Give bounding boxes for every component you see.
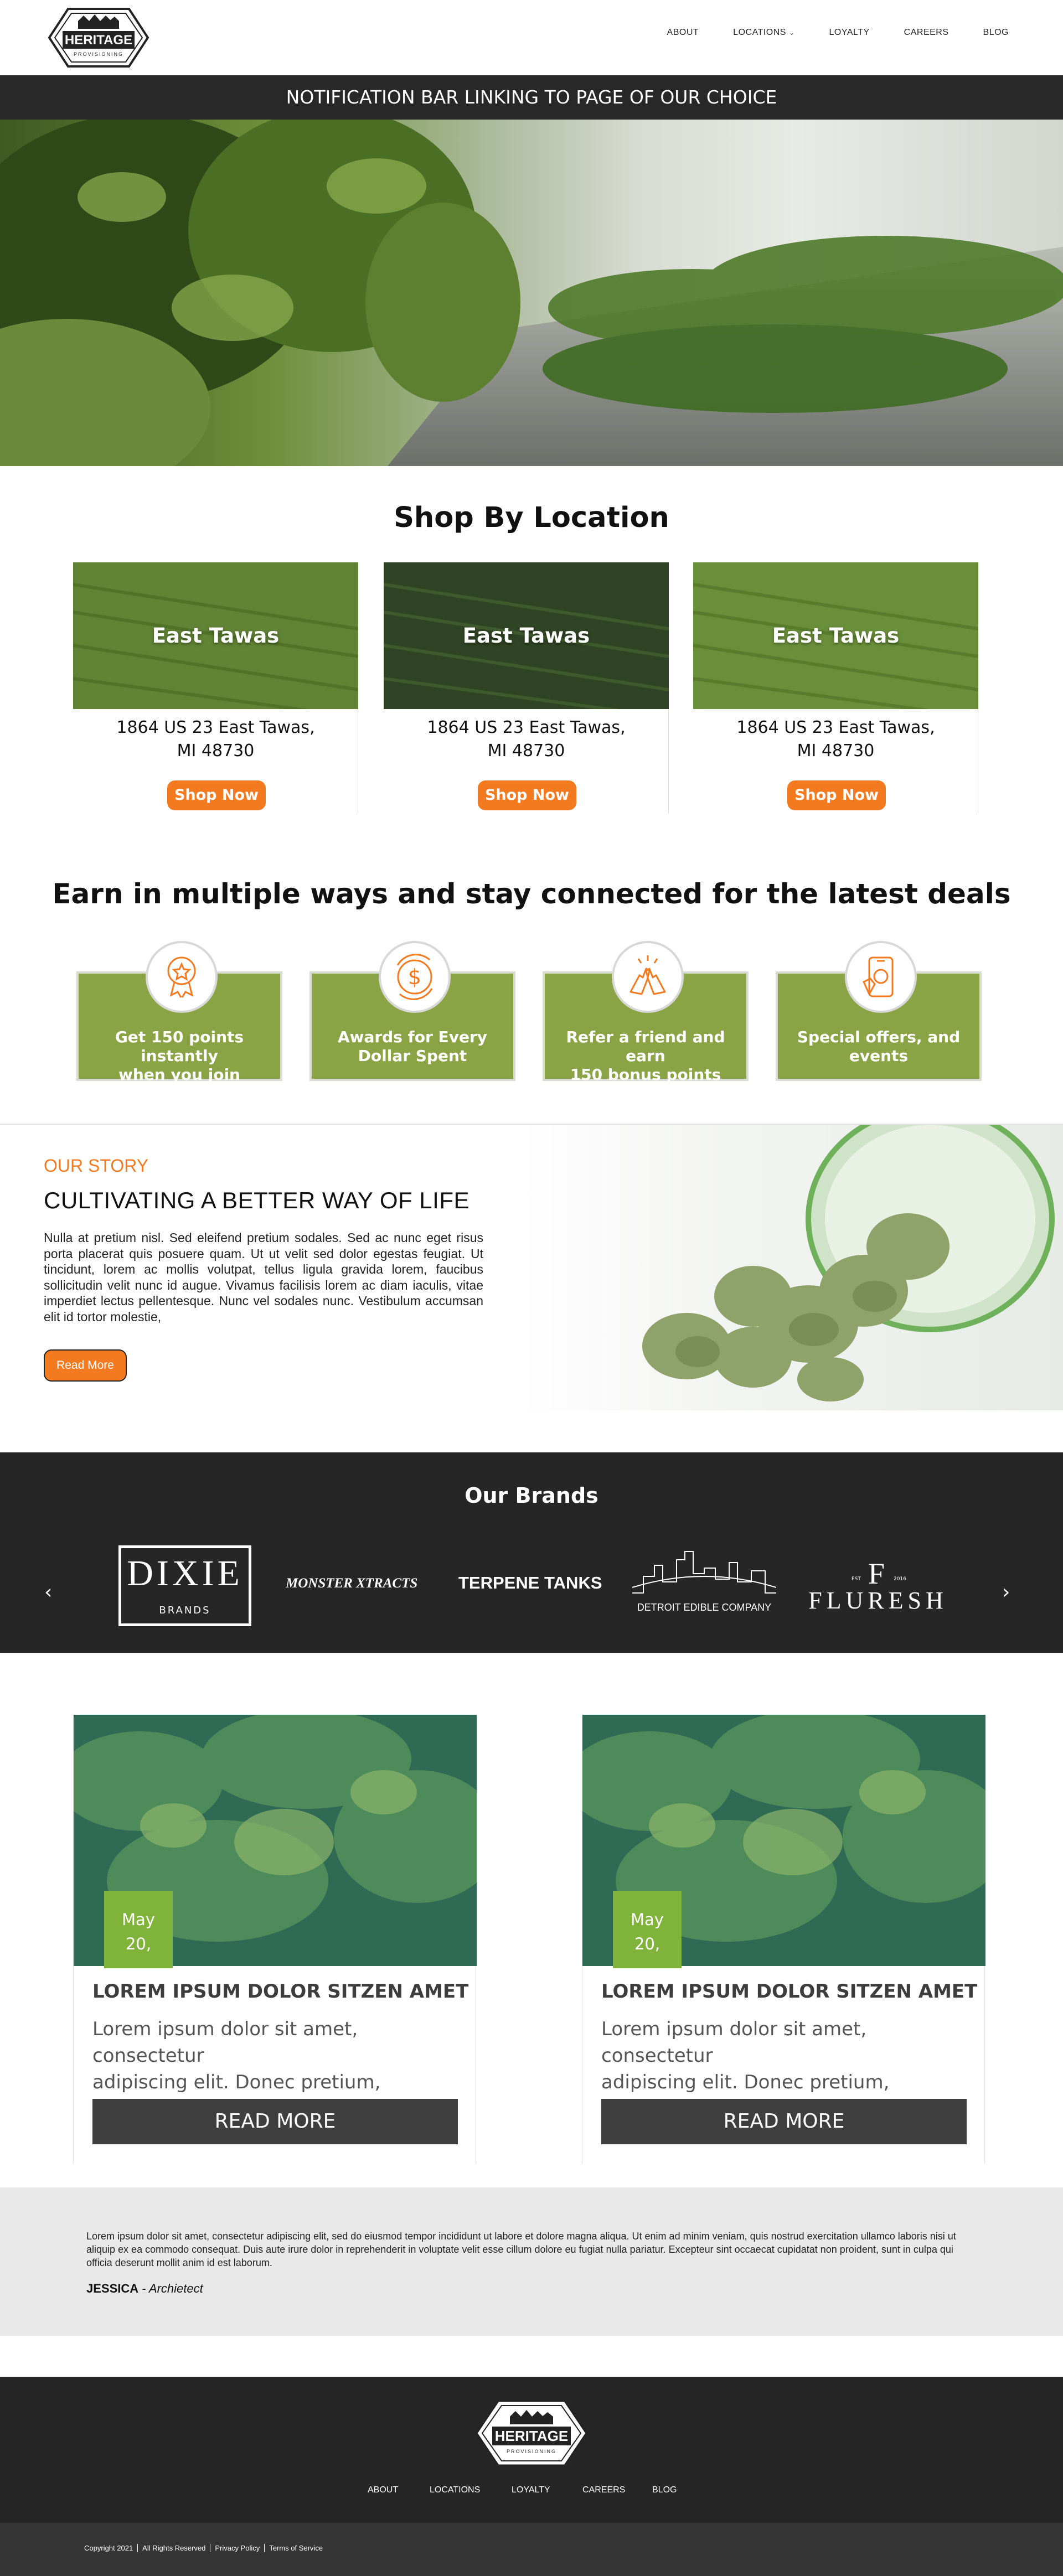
brand-fluresh-logo[interactable]: F EST 2016 FLURESH (805, 1556, 951, 1617)
blog-excerpt: Lorem ipsum dolor sit amet, consectetur a… (92, 2018, 381, 2093)
footer-bottom-bar: Copyright 2021 All Rights Reserved Priva… (0, 2523, 1063, 2576)
heritage-logo[interactable]: HERITAGE PROVISIONING (46, 4, 151, 71)
footer-legal: Copyright 2021 All Rights Reserved Priva… (84, 2544, 323, 2552)
blog-excerpt: Lorem ipsum dolor sit amet, consectetur a… (601, 2018, 890, 2093)
story-body: Nulla at pretium nisl. Sed eleifend pret… (44, 1230, 483, 1324)
location-image[interactable]: East Tawas (73, 562, 358, 709)
svg-text:PROVISIONING: PROVISIONING (507, 2449, 556, 2454)
logo-subtext: PROVISIONING (74, 51, 123, 57)
copyright-text: Copyright 2021 (84, 2544, 133, 2552)
main-nav: ABOUT LOCATIONS ⌄ LOYALTY CAREERS BLOG (633, 28, 1009, 38)
footer-nav-careers[interactable]: CAREERS (582, 2485, 625, 2495)
date-badge: May 20, (613, 1891, 682, 1968)
story-image (520, 1125, 1063, 1410)
carousel-next-icon[interactable]: › (1002, 1581, 1010, 1603)
nav-about[interactable]: ABOUT (667, 28, 699, 38)
brand-detroit-edible-logo[interactable]: DETROIT EDIBLE COMPANY (632, 1549, 777, 1621)
location-name: East Tawas (462, 624, 590, 648)
footer-nav-about[interactable]: ABOUT (368, 2485, 398, 2495)
blog-title[interactable]: LOREM IPSUM DOLOR SITZEN AMET (601, 1980, 978, 2003)
site-footer: HERITAGE PROVISIONING ABOUT LOCATIONS LO… (0, 2377, 1063, 2523)
brands-section: Our Brands ‹ › DIXIE BRANDS MONSTER XTRA… (0, 1452, 1063, 1653)
blog-card: May 20, LOREM IPSUM DOLOR SITZEN AMET Lor… (73, 1715, 477, 2164)
shop-now-button[interactable]: Shop Now (167, 780, 266, 810)
testimonial-author: JESSICA - Archietect (86, 2282, 203, 2295)
rights-text: All Rights Reserved (142, 2544, 206, 2552)
location-image[interactable]: East Tawas (384, 562, 669, 709)
footer-nav-locations[interactable]: LOCATIONS (430, 2485, 480, 2495)
footer-nav-loyalty[interactable]: LOYALTY (512, 2485, 550, 2495)
story-title: CULTIVATING A BETTER WAY OF LIFE (44, 1187, 470, 1213)
award-ribbon-icon (146, 941, 218, 1013)
nav-careers[interactable]: CAREERS (904, 28, 949, 38)
brand-terpene-tanks-logo[interactable]: TERPENE TANKS (458, 1573, 602, 1593)
date-badge: May 20, (104, 1891, 173, 1968)
read-more-button[interactable]: READ MORE (601, 2099, 967, 2144)
testimonial-text: Lorem ipsum dolor sit amet, consectetur … (86, 2231, 956, 2268)
hero-image (0, 120, 1063, 466)
location-name: East Tawas (152, 624, 280, 648)
nav-locations[interactable]: LOCATIONS ⌄ (733, 28, 794, 38)
read-more-button[interactable]: Read More (44, 1349, 127, 1382)
location-image[interactable]: East Tawas (693, 562, 978, 709)
nav-blog[interactable]: BLOG (983, 28, 1009, 38)
phone-offer-icon (845, 941, 917, 1013)
brands-title: Our Brands (465, 1483, 598, 1508)
shop-now-button[interactable]: Shop Now (478, 780, 576, 810)
svg-text:HERITAGE: HERITAGE (495, 2428, 568, 2444)
shop-by-location-title: Shop By Location (394, 501, 669, 534)
footer-nav-blog[interactable]: BLOG (652, 2485, 677, 2495)
site-header: HERITAGE PROVISIONING ABOUT LOCATIONS ⌄ L… (0, 0, 1063, 75)
terms-link[interactable]: Terms of Service (269, 2544, 323, 2552)
brand-monster-xtracts-logo[interactable]: MONSTER XTRACTS (286, 1576, 417, 1591)
location-card: East Tawas 1864 US 23 East Tawas, MI 4873… (73, 562, 358, 814)
notification-bar[interactable]: NOTIFICATION BAR LINKING TO PAGE OF OUR … (0, 75, 1063, 120)
blog-card: May 20, LOREM IPSUM DOLOR SITZEN AMET Lor… (582, 1715, 985, 2164)
carousel-prev-icon[interactable]: ‹ (44, 1581, 52, 1603)
earn-title: Earn in multiple ways and stay connected… (52, 878, 1011, 910)
svg-text:$: $ (408, 965, 421, 989)
dollar-cycle-icon: $ (379, 941, 451, 1013)
privacy-link[interactable]: Privacy Policy (215, 2544, 260, 2552)
high-five-icon (612, 941, 684, 1013)
location-card: East Tawas 1864 US 23 East Tawas, MI 4873… (384, 562, 669, 814)
location-address: 1864 US 23 East Tawas, MI 48730 (116, 718, 315, 761)
story-eyebrow: OUR STORY (44, 1156, 149, 1176)
location-card: East Tawas 1864 US 23 East Tawas, MI 4873… (693, 562, 978, 814)
shop-now-button[interactable]: Shop Now (787, 780, 886, 810)
testimonial-section: Lorem ipsum dolor sit amet, consectetur … (0, 2187, 1063, 2336)
brand-dixie-logo[interactable]: DIXIE BRANDS (118, 1545, 251, 1626)
location-name: East Tawas (772, 624, 900, 648)
location-address: 1864 US 23 East Tawas, MI 48730 (736, 718, 935, 761)
footer-logo[interactable]: HERITAGE PROVISIONING (473, 2398, 590, 2469)
nav-loyalty[interactable]: LOYALTY (829, 28, 870, 38)
location-address: 1864 US 23 East Tawas, MI 48730 (427, 718, 626, 761)
chevron-down-icon: ⌄ (788, 29, 795, 37)
logo-text: HERITAGE (65, 33, 132, 48)
blog-title[interactable]: LOREM IPSUM DOLOR SITZEN AMET (92, 1980, 469, 2003)
read-more-button[interactable]: READ MORE (92, 2099, 458, 2144)
notification-text: NOTIFICATION BAR LINKING TO PAGE OF OUR … (286, 86, 777, 108)
